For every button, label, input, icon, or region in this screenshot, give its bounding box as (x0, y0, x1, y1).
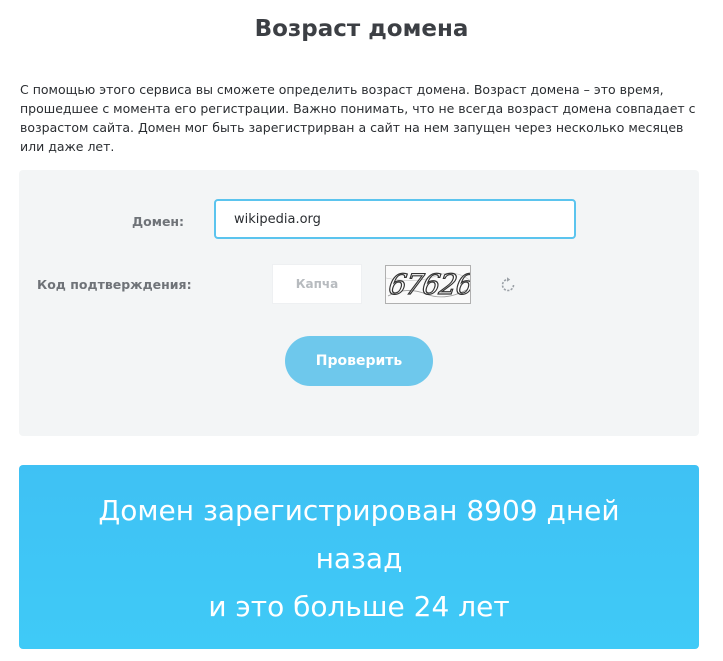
domain-input[interactable] (214, 199, 576, 239)
result-line-3: и это больше 24 лет (208, 590, 510, 623)
result-line-1: Домен зарегистрирован 8909 дней (98, 494, 620, 527)
intro-text: С помощью этого сервиса вы сможете опред… (20, 82, 696, 154)
result-banner: Домен зарегистрирован 8909 дней назад и … (19, 465, 699, 649)
captcha-input[interactable] (272, 264, 362, 304)
domain-label: Домен: (132, 214, 185, 229)
check-button[interactable]: Проверить (285, 336, 433, 386)
captcha-label: Код подтверждения: (37, 277, 192, 292)
page-title: Возраст домена (254, 16, 469, 42)
captcha-text: 67626 (386, 267, 471, 301)
captcha-image: 67626 (385, 265, 471, 304)
refresh-icon[interactable] (498, 275, 518, 295)
result-line-2: назад (315, 542, 403, 575)
domain-age-form: Домен: Код подтверждения: 67626 Проверит… (19, 170, 699, 436)
